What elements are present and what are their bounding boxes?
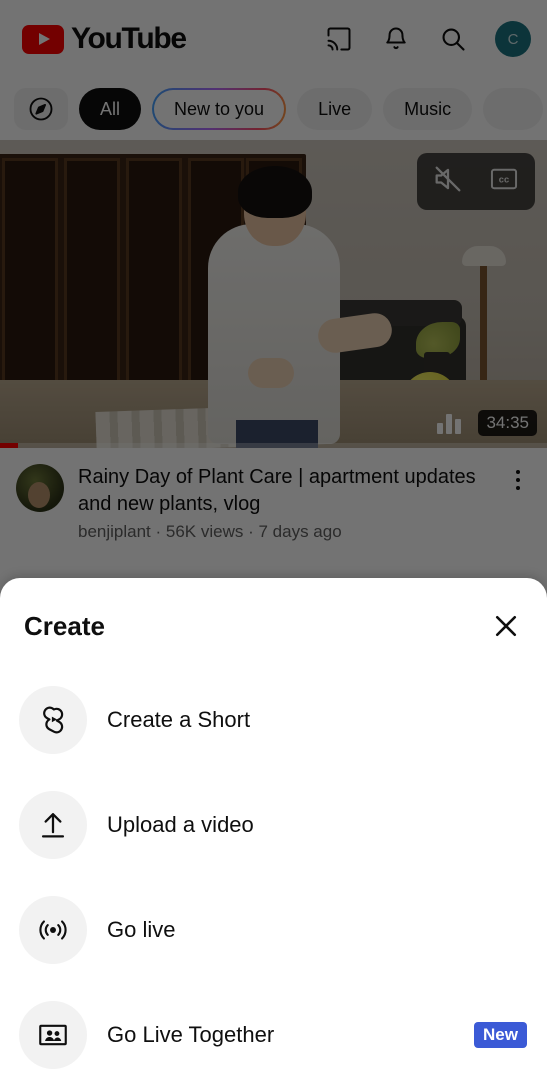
go-live-together-item[interactable]: Go Live Together New [0,982,547,1080]
go-live-label: Go live [107,916,176,942]
upload-a-video-item[interactable]: Upload a video [0,772,547,877]
new-badge: New [474,1021,527,1048]
shorts-icon [19,685,87,754]
create-options-list: Create a Short Upload a video Go live Go… [0,667,547,1080]
create-a-short-label: Create a Short [107,706,251,732]
people-frame-icon [19,1000,87,1069]
sheet-title: Create [24,610,105,641]
go-live-item[interactable]: Go live [0,877,547,982]
broadcast-live-icon [19,895,87,964]
upload-a-video-label: Upload a video [107,811,254,837]
sheet-header: Create [0,578,547,647]
create-a-short-item[interactable]: Create a Short [0,667,547,772]
create-bottom-sheet: Create Create a Short Upload a video Go … [0,578,547,1080]
go-live-together-label: Go Live Together [107,1021,275,1047]
youtube-mobile-screen: YouTube [0,0,547,1080]
upload-arrow-icon [19,790,87,859]
close-x-icon[interactable] [485,605,527,647]
